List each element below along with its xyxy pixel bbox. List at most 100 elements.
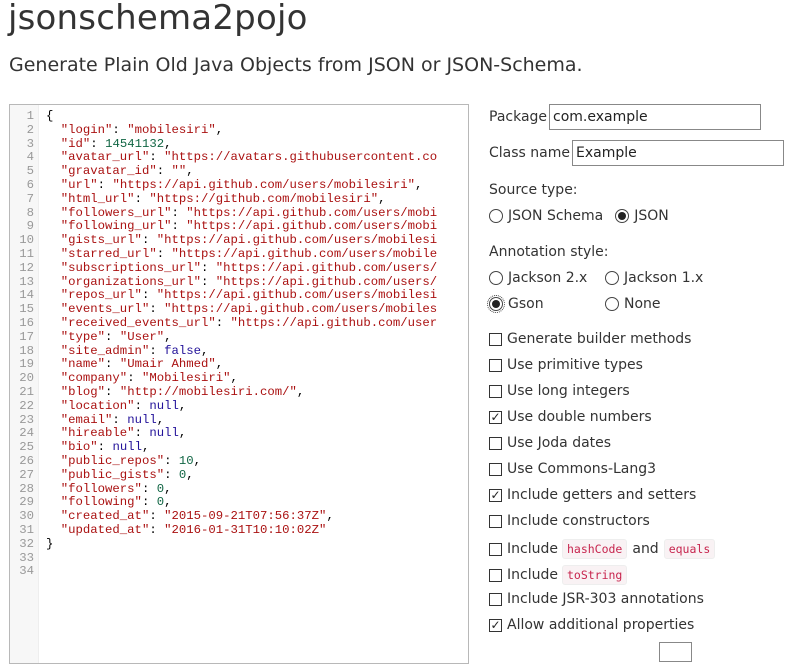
checkbox-unchecked-icon[interactable] (489, 462, 502, 476)
checkbox-unchecked-icon[interactable] (489, 514, 502, 528)
token-punct: : (141, 495, 157, 510)
checkbox-label: Use primitive types (507, 357, 643, 373)
radio-json-schema[interactable]: JSON Schema (489, 208, 603, 224)
line-number: 21 (19, 384, 34, 399)
line-number: 1 (26, 109, 34, 123)
option-checkbox-row[interactable]: Include hashCode and equals (489, 539, 719, 559)
code-text: "login": "mobilesiri", (46, 122, 224, 138)
radio-json[interactable]: JSON (615, 208, 669, 224)
radio-label: Jackson 2.x (508, 270, 588, 286)
token-key: "public_gists" (60, 467, 165, 482)
radio-circle-icon[interactable] (615, 209, 630, 223)
code-text: "hireable": null, (46, 426, 187, 441)
checkbox-unchecked-icon[interactable] (489, 568, 502, 582)
radio-jackson1[interactable]: Jackson 1.x (605, 270, 703, 286)
token-str: "Umair Ahmed" (119, 357, 216, 372)
line-number: 24 (19, 426, 34, 441)
option-checkbox-row[interactable]: Use Joda dates (489, 435, 611, 451)
line-number: 28 (19, 481, 34, 496)
checkbox-unchecked-icon[interactable] (489, 542, 502, 556)
package-label: Package (489, 109, 548, 125)
checkbox-checked-icon[interactable]: ✓ (489, 410, 502, 424)
option-checkbox-row[interactable]: ✓ Include getters and setters (489, 487, 696, 503)
partial-input-box[interactable] (659, 642, 692, 662)
token-key: "following_url" (60, 219, 172, 234)
code-line: 3 "id": 14541132, (10, 136, 468, 152)
token-key: "blog" (60, 384, 106, 399)
token-punct: : (149, 150, 165, 165)
token-key: "subscriptions_url" (60, 260, 201, 275)
code-line: 21 "blog": "http://mobilesiri.com/", (10, 384, 468, 400)
code-text: "location": null, (46, 398, 187, 414)
option-checkbox-row[interactable]: Use primitive types (489, 357, 643, 373)
checkbox-unchecked-icon[interactable] (489, 592, 502, 606)
code-line: 17 "type": "User", (10, 330, 468, 345)
radio-circle-icon[interactable] (487, 295, 505, 313)
token-punct: , (215, 122, 224, 137)
checkbox-checked-icon[interactable]: ✓ (489, 488, 502, 502)
annotation-style-label: Annotation style: (489, 244, 609, 260)
checkbox-checked-icon[interactable]: ✓ (489, 618, 502, 632)
option-checkbox-row[interactable]: ✓ Allow additional properties (489, 617, 694, 633)
token-key: "site_admin" (60, 343, 150, 358)
code-text: "gravatar_id": "", (46, 164, 194, 179)
line-number: 6 (26, 177, 34, 192)
token-punct: : (156, 246, 172, 261)
checkbox-unchecked-icon[interactable] (489, 358, 502, 372)
token-str: "https://api.github.com/users/ (215, 260, 438, 275)
token-key: "organizations_url" (60, 274, 201, 289)
token-punct: , (178, 398, 187, 413)
code-text: "blog": "http://mobilesiri.com/", (46, 384, 305, 400)
radio-circle-icon[interactable] (489, 271, 503, 285)
radio-gson[interactable]: Gson (487, 295, 605, 313)
option-checkbox-row[interactable]: Include constructors (489, 513, 650, 529)
code-line: 14 "repos_url": "https://api.github.com/… (10, 288, 468, 303)
code-line: 18 "site_admin": false, (10, 343, 468, 359)
option-checkbox-row[interactable]: Include toString (489, 565, 631, 585)
code-text: "updated_at": "2016-01-31T10:10:02Z" (46, 523, 327, 538)
json-editor[interactable]: 1{2 "login": "mobilesiri", 3 "id": 145411… (9, 104, 469, 664)
option-checkbox-row[interactable]: ✓ Use double numbers (489, 409, 652, 425)
token-punct: , (178, 426, 187, 441)
checkbox-unchecked-icon[interactable] (489, 384, 502, 398)
token-punct: : (200, 260, 216, 275)
classname-input[interactable] (572, 140, 784, 166)
radio-circle-icon[interactable] (605, 271, 619, 285)
code-text: "bio": null, (46, 440, 150, 455)
code-line: 28 "followers": 0, (10, 481, 468, 497)
token-key: "followers" (60, 481, 142, 496)
option-checkbox-row[interactable]: Include JSR-303 annotations (489, 591, 704, 607)
option-checkbox-row[interactable]: Use long integers (489, 383, 630, 399)
radio-circle-icon[interactable] (605, 297, 619, 311)
option-checkbox-row[interactable]: Use Commons-Lang3 (489, 461, 656, 477)
code-line: 25 "bio": null, (10, 440, 468, 455)
line-number: 9 (26, 219, 34, 234)
code-text: "following": 0, (46, 495, 172, 510)
option-checkbox-row[interactable]: Generate builder methods (489, 331, 691, 347)
radio-jackson2[interactable]: Jackson 2.x (489, 270, 605, 286)
line-number: 3 (26, 136, 34, 151)
token-punct: : (164, 467, 179, 482)
code-text: "site_admin": false, (46, 343, 209, 359)
code-line: 5 "gravatar_id": "", (10, 164, 468, 179)
radio-label: Gson (508, 296, 544, 312)
checkbox-unchecked-icon[interactable] (489, 436, 502, 450)
code-line: 7 "html_url": "https://github.com/mobile… (10, 192, 468, 207)
token-key: "name" (60, 357, 106, 372)
line-number: 22 (19, 398, 34, 413)
line-number: 15 (19, 302, 34, 317)
token-punct: : (171, 219, 187, 234)
token-punct: : (149, 509, 165, 524)
code-chip: hashCode (561, 539, 628, 559)
code-text: "avatar_url": "https://avatars.githubuse… (46, 150, 437, 165)
token-key: "gists_url" (60, 233, 142, 248)
radio-none[interactable]: None (605, 296, 661, 312)
code-line: 4 "avatar_url": "https://avatars.githubu… (10, 150, 468, 165)
radio-circle-icon[interactable] (489, 209, 503, 223)
checkbox-unchecked-icon[interactable] (489, 332, 502, 346)
code-text: } (46, 537, 53, 552)
token-num: 0 (156, 481, 165, 496)
code-line: 15 "events_url": "https://api.github.com… (10, 302, 468, 317)
package-input[interactable] (549, 104, 762, 130)
token-str: "https://api.github.com/users/mobilesi (156, 288, 438, 303)
